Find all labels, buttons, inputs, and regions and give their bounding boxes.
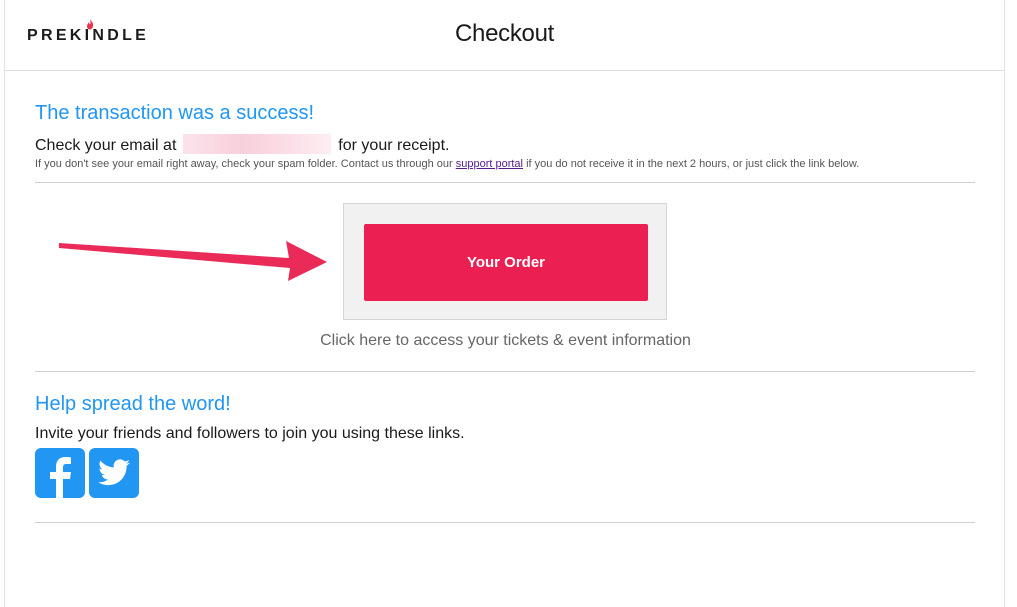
your-order-button[interactable]: Your Order: [364, 224, 648, 301]
divider: [35, 182, 975, 183]
arrow-icon: [59, 241, 327, 281]
divider: [35, 371, 975, 372]
twitter-share-button[interactable]: [89, 448, 139, 498]
access-info-text: Click here to access your tickets & even…: [320, 332, 691, 349]
share-heading: Help spread the word!: [35, 393, 231, 415]
page-title: Checkout: [455, 20, 554, 47]
invite-text: Invite your friends and followers to joi…: [35, 425, 465, 442]
email-instructions: Check your email at for your receipt.: [35, 134, 449, 155]
spam-notice-text: If you don't see your email right away, …: [35, 158, 453, 170]
order-panel: Your Order: [343, 203, 667, 320]
spam-notice-text-end: if you do not receive it in the next 2 h…: [526, 158, 860, 170]
facebook-icon: [50, 457, 71, 498]
facebook-share-button[interactable]: [35, 448, 85, 498]
twitter-icon: [98, 459, 130, 486]
redacted-email: [182, 134, 331, 154]
checkout-page: PREKINDLE Checkout The transaction was a…: [4, 0, 1005, 607]
divider: [35, 522, 975, 523]
spam-notice: If you don't see your email right away, …: [35, 158, 859, 170]
email-prefix: Check your email at: [35, 137, 177, 154]
support-portal-link[interactable]: support portal: [456, 158, 523, 170]
email-suffix: for your receipt.: [338, 137, 450, 154]
header: PREKINDLE Checkout: [5, 0, 1004, 71]
success-heading: The transaction was a success!: [35, 102, 315, 124]
